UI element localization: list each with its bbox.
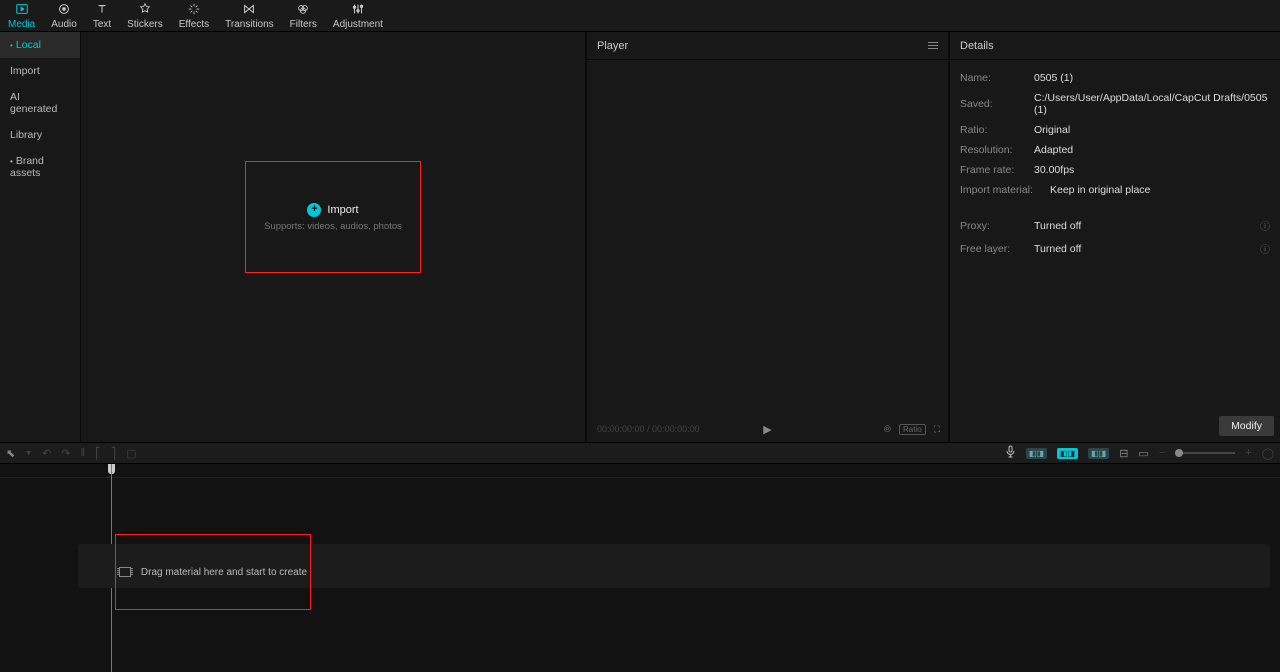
detail-row-import-material: Import material:Keep in original place <box>960 180 1270 200</box>
media-sidebar: Local Import AI generated Library Brand … <box>0 32 80 442</box>
fullscreen-icon[interactable]: ⛶ <box>934 424 940 435</box>
toolbar-media[interactable]: Media <box>0 0 43 31</box>
sidebar-library[interactable]: Library <box>0 122 80 148</box>
detail-row-name: Name:0505 (1) <box>960 68 1270 88</box>
stickers-icon <box>138 2 152 18</box>
ratio-button[interactable]: Ratio <box>899 424 926 435</box>
import-subtitle: Supports: videos, audios, photos <box>264 221 402 232</box>
redo-icon[interactable]: ↷ <box>61 447 70 460</box>
detail-row-ratio: Ratio:Original <box>960 120 1270 140</box>
delete-right-icon[interactable]: ⎤ <box>111 447 117 460</box>
snapshot-icon[interactable]: ⦾ <box>884 424 891 435</box>
plus-icon: + <box>307 203 321 217</box>
info-icon[interactable]: ⓘ <box>1260 241 1270 256</box>
timeline-ruler[interactable] <box>0 464 1280 478</box>
delete-left-icon[interactable]: ⎡ <box>95 447 101 460</box>
player-viewport <box>587 60 948 416</box>
audio-icon <box>57 2 71 18</box>
split-icon[interactable]: ‖ <box>81 447 86 459</box>
selection-tool-icon[interactable]: ⬉ <box>6 447 15 460</box>
zoom-fit-icon[interactable]: ◯ <box>1262 447 1274 460</box>
timeline-dropzone[interactable]: Drag material here and start to create <box>115 534 311 610</box>
detail-row-resolution: Resolution:Adapted <box>960 140 1270 160</box>
detail-row-framerate: Frame rate:30.00fps <box>960 160 1270 180</box>
toolbar-audio[interactable]: Audio <box>43 0 85 31</box>
toolbar-label: Effects <box>179 19 209 30</box>
toolbar-label: Filters <box>290 19 317 30</box>
toolbar-effects[interactable]: Effects <box>171 0 217 31</box>
timeline-drop-text: Drag material here and start to create <box>141 567 307 578</box>
zoom-slider[interactable] <box>1175 452 1235 454</box>
timeline[interactable]: Drag material here and start to create <box>0 464 1280 672</box>
sidebar-ai-generated[interactable]: AI generated <box>0 84 80 122</box>
toolbar-label: Adjustment <box>333 19 383 30</box>
details-title: Details <box>960 40 994 52</box>
magnet-main-icon[interactable]: ◧◨ <box>1026 448 1047 459</box>
sidebar-brand-assets[interactable]: Brand assets <box>0 148 80 186</box>
details-panel: Details Name:0505 (1) Saved:C:/Users/Use… <box>950 32 1280 442</box>
toolbar-adjustment[interactable]: Adjustment <box>325 0 391 31</box>
effects-icon <box>187 2 201 18</box>
transitions-icon <box>242 2 256 18</box>
undo-icon[interactable]: ↶ <box>42 447 51 460</box>
toolbar-label: Media <box>8 19 35 30</box>
detail-row-saved: Saved:C:/Users/User/AppData/Local/CapCut… <box>960 88 1270 120</box>
toolbar-text[interactable]: Text <box>85 0 119 31</box>
delete-icon[interactable]: ▢ <box>126 447 136 460</box>
text-icon <box>95 2 109 18</box>
zoom-out-icon[interactable]: − <box>1159 447 1165 459</box>
adjustment-icon <box>351 2 365 18</box>
player-title: Player <box>597 40 628 52</box>
toolbar-stickers[interactable]: Stickers <box>119 0 171 31</box>
player-timecode: 00:00:00:00 / 00:00:00:00 <box>597 424 700 434</box>
toolbar-filters[interactable]: Filters <box>282 0 325 31</box>
filters-icon <box>296 2 310 18</box>
mic-icon[interactable] <box>1005 445 1016 461</box>
toolbar-label: Transitions <box>225 19 274 30</box>
timeline-toolbar: ⬉ ▼ ↶ ↷ ‖ ⎡ ⎤ ▢ ◧◨ ◧◨ ◧◨ ⊟ ▭ − + ◯ <box>0 442 1280 464</box>
toolbar-label: Text <box>93 19 111 30</box>
import-title: Import <box>327 204 358 216</box>
player-panel: Player 00:00:00:00 / 00:00:00:00 ▶ ⦾ Rat… <box>585 32 950 442</box>
magnet-linked-icon[interactable]: ◧◨ <box>1088 448 1109 459</box>
play-button[interactable]: ▶ <box>763 423 771 436</box>
preview-icon[interactable]: ▭ <box>1138 447 1148 460</box>
toolbar-transitions[interactable]: Transitions <box>217 0 282 31</box>
chevron-down-icon[interactable]: ▼ <box>25 450 32 457</box>
film-icon <box>119 567 131 577</box>
sidebar-import[interactable]: Import <box>0 58 80 84</box>
detail-row-freelayer: Free layer:Turned offⓘ <box>960 237 1270 260</box>
toolbar-label: Audio <box>51 19 77 30</box>
info-icon[interactable]: ⓘ <box>1260 218 1270 233</box>
import-dropzone[interactable]: + Import Supports: videos, audios, photo… <box>245 161 421 273</box>
media-panel: + Import Supports: videos, audios, photo… <box>80 32 585 442</box>
media-icon <box>15 2 29 18</box>
zoom-in-icon[interactable]: + <box>1245 447 1251 459</box>
toolbar-label: Stickers <box>127 19 163 30</box>
modify-button[interactable]: Modify <box>1219 416 1274 436</box>
detail-row-proxy: Proxy:Turned offⓘ <box>960 214 1270 237</box>
sidebar-local[interactable]: Local <box>0 32 80 58</box>
align-icon[interactable]: ⊟ <box>1119 447 1128 460</box>
player-menu-icon[interactable] <box>928 42 938 49</box>
magnet-on-icon[interactable]: ◧◨ <box>1057 448 1078 459</box>
top-toolbar: Media Audio Text Stickers Effects Transi… <box>0 0 1280 32</box>
